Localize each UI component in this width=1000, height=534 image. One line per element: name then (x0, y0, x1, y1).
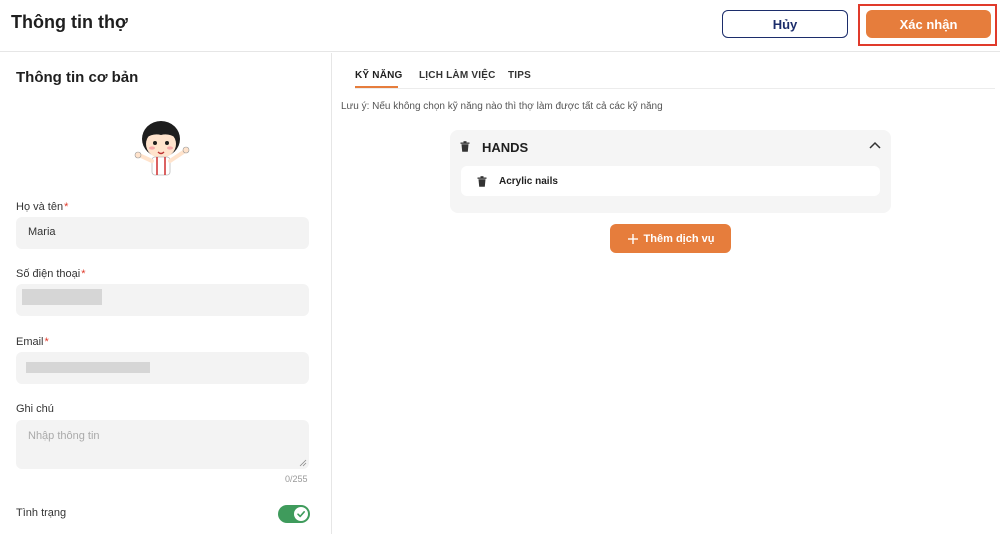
skill-group-title: HANDS (482, 140, 529, 155)
redacted-phone (22, 289, 102, 305)
email-label: Email* (16, 336, 49, 348)
name-field[interactable]: Maria (16, 217, 309, 249)
tab-bar: KỸ NĂNG LỊCH LÀM VIỆC TIPS (355, 53, 995, 89)
skill-item-name: Acrylic nails (499, 176, 558, 187)
skills-panel: KỸ NĂNG LỊCH LÀM VIỆC TIPS Lưu ý: Nếu kh… (333, 53, 1000, 534)
active-tab-indicator (355, 86, 398, 88)
chevron-up-icon[interactable] (869, 141, 881, 149)
page-title: Thông tin thợ (11, 12, 128, 32)
email-field[interactable] (16, 352, 309, 384)
confirm-button[interactable]: Xác nhận (866, 10, 991, 38)
tab-tips[interactable]: TIPS (508, 70, 531, 81)
add-service-label: Thêm dịch vụ (643, 232, 715, 245)
status-toggle[interactable] (278, 505, 310, 523)
trash-icon[interactable] (477, 176, 487, 187)
name-label: Họ và tên* (16, 201, 69, 213)
skills-note: Lưu ý: Nếu không chọn kỹ năng nào thì th… (341, 101, 663, 112)
notes-placeholder: Nhập thông tin (28, 430, 100, 442)
avatar (134, 121, 190, 176)
toggle-knob (294, 507, 308, 521)
status-label: Tình trạng (16, 507, 67, 519)
tab-skills[interactable]: KỸ NĂNG (355, 70, 403, 81)
check-icon (297, 511, 305, 518)
top-bar: Thông tin thợ Hủy Xác nhận (0, 0, 1000, 52)
notes-label: Ghi chú (16, 403, 54, 415)
tab-schedule[interactable]: LỊCH LÀM VIỆC (419, 70, 496, 81)
char-counter: 0/255 (285, 474, 308, 484)
add-service-button[interactable]: Thêm dịch vụ (610, 224, 731, 253)
redacted-email (26, 362, 150, 373)
section-title: Thông tin cơ bản (16, 69, 139, 86)
skill-item-row: Acrylic nails (461, 166, 880, 196)
skill-group-card: HANDS Acrylic nails (450, 130, 891, 213)
name-value: Maria (28, 226, 56, 238)
notes-textarea[interactable]: Nhập thông tin (16, 420, 309, 469)
plus-icon (627, 233, 638, 244)
trash-icon[interactable] (460, 141, 470, 152)
phone-label: Số điện thoại* (16, 268, 86, 280)
phone-field[interactable] (16, 284, 309, 316)
cancel-button[interactable]: Hủy (722, 10, 848, 38)
basic-info-panel: Thông tin cơ bản Họ và tên* Maria Số điệ… (0, 53, 332, 534)
resize-handle-icon[interactable] (299, 459, 307, 467)
